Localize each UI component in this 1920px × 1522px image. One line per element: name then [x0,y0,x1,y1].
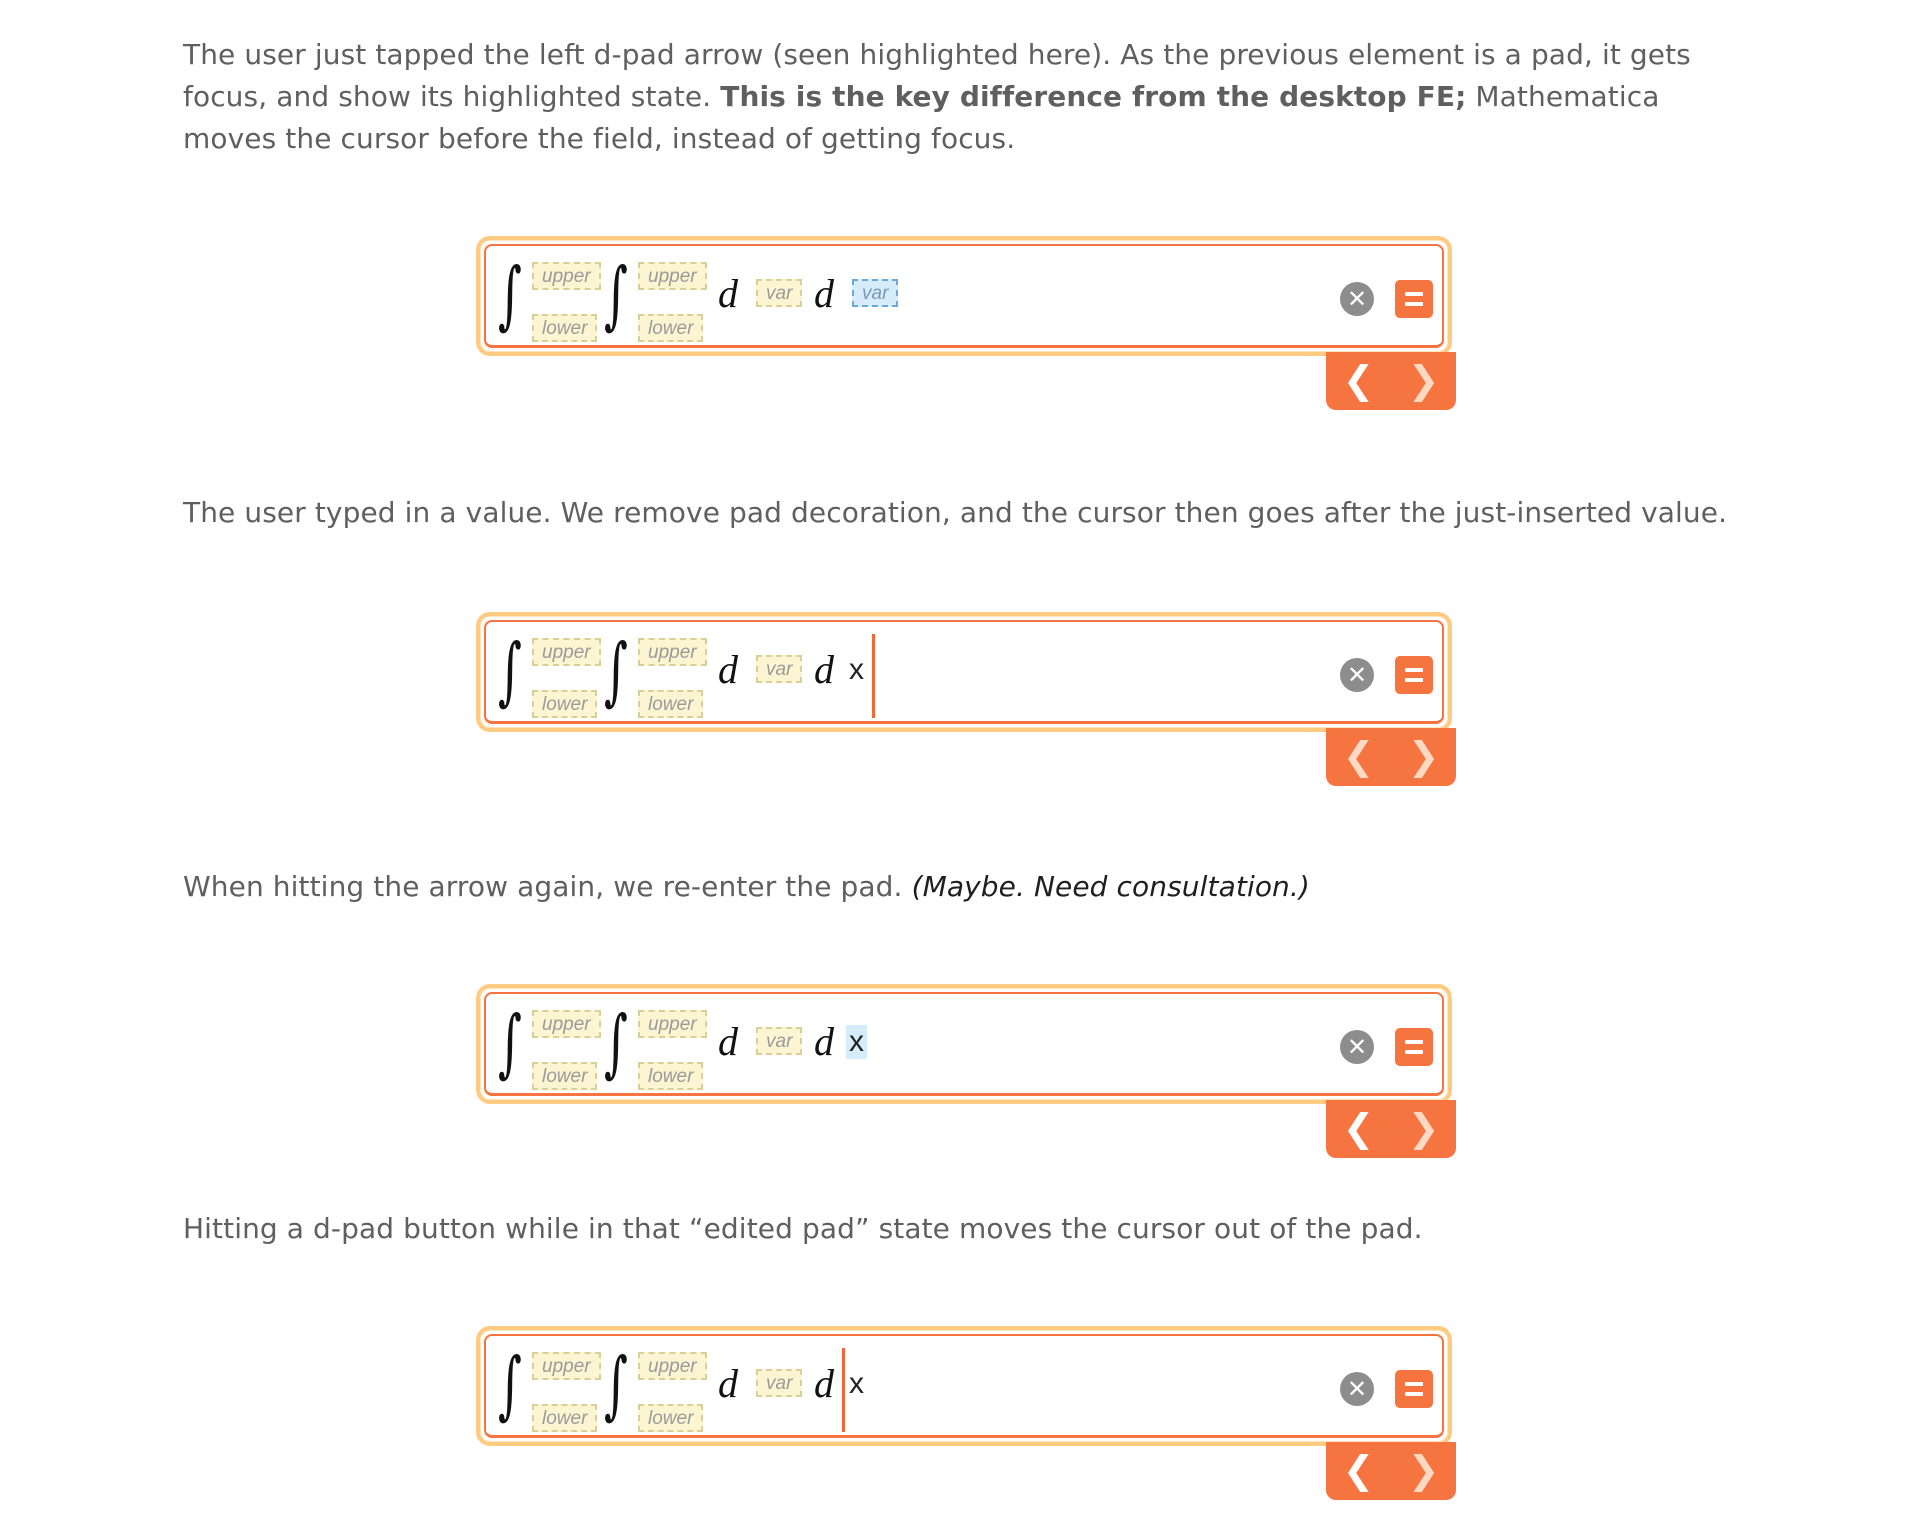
integral-sign: ∫ [604,628,628,714]
differential-d: d [814,1361,834,1406]
math-input-field[interactable]: ∫ upper lower ∫ upper lower d var d x ✕ [476,984,1452,1104]
clear-button[interactable]: ✕ [1340,282,1374,316]
paragraph-emphasis: This is the key difference from the desk… [720,80,1467,113]
variable-pad[interactable]: var [756,655,803,683]
integral-sign: ∫ [604,1342,628,1428]
dpad: ❮ ❯ [1326,728,1456,786]
dpad-right-arrow[interactable]: ❯ [1391,352,1456,410]
math-input-field[interactable]: ∫ upper lower ∫ upper lower d var d x ✕ [476,1326,1452,1446]
lower-bound-pad[interactable]: lower [532,1404,598,1432]
differential-d: d [718,647,738,692]
integral-sign: ∫ [498,628,522,714]
variable-value-selected[interactable]: x [846,1025,867,1059]
paragraph-note: (Maybe. Need consultation.) [911,870,1310,903]
lower-bound-pad[interactable]: lower [638,690,704,718]
lower-bound-pad[interactable]: lower [532,314,598,342]
description-paragraph-3: When hitting the arrow again, we re-ente… [183,866,1743,908]
evaluate-button[interactable] [1395,280,1433,318]
differential-d: d [718,271,738,316]
description-paragraph-2: The user typed in a value. We remove pad… [183,496,1728,529]
lower-bound-pad[interactable]: lower [532,1062,598,1090]
evaluate-button[interactable] [1395,1370,1433,1408]
integral-sign: ∫ [604,1000,628,1086]
clear-button[interactable]: ✕ [1340,658,1374,692]
lower-bound-pad[interactable]: lower [638,1404,704,1432]
dpad-left-arrow[interactable]: ❮ [1326,1100,1391,1158]
description-paragraph-1: The user just tapped the left d-pad arro… [183,34,1743,160]
integral-sign: ∫ [498,1342,522,1428]
math-input-field[interactable]: ∫ upper lower ∫ upper lower d var d var … [476,236,1452,356]
dpad: ❮ ❯ [1326,1442,1456,1500]
variable-pad[interactable]: var [756,1027,803,1055]
paragraph-text: When hitting the arrow again, we re-ente… [183,870,912,903]
text-cursor [872,634,875,718]
dpad-left-arrow[interactable]: ❮ [1326,1442,1391,1500]
upper-bound-pad[interactable]: upper [532,1010,601,1038]
clear-button[interactable]: ✕ [1340,1030,1374,1064]
field-inner-border [484,620,1444,724]
evaluate-button[interactable] [1395,1028,1433,1066]
dpad-right-arrow[interactable]: ❯ [1391,1442,1456,1500]
differential-d: d [814,647,834,692]
dpad-left-arrow[interactable]: ❮ [1326,352,1391,410]
upper-bound-pad[interactable]: upper [532,638,601,666]
lower-bound-pad[interactable]: lower [532,690,598,718]
field-inner-border [484,992,1444,1096]
description-paragraph-4: Hitting a d-pad button while in that “ed… [183,1212,1423,1245]
lower-bound-pad[interactable]: lower [638,1062,704,1090]
variable-pad[interactable]: var [756,279,803,307]
variable-value[interactable]: x [846,653,867,687]
math-input-widget-2: ∫ upper lower ∫ upper lower d var d x ✕ … [476,612,1460,792]
evaluate-button[interactable] [1395,656,1433,694]
differential-d: d [814,271,834,316]
integral-sign: ∫ [498,1000,522,1086]
math-input-widget-1: ∫ upper lower ∫ upper lower d var d var … [476,236,1460,416]
math-input-widget-3: ∫ upper lower ∫ upper lower d var d x ✕ … [476,984,1460,1164]
variable-value[interactable]: x [846,1367,867,1401]
text-cursor [842,1348,845,1432]
variable-pad[interactable]: var [756,1369,803,1397]
upper-bound-pad[interactable]: upper [638,638,707,666]
clear-button[interactable]: ✕ [1340,1372,1374,1406]
dpad-right-arrow[interactable]: ❯ [1391,1100,1456,1158]
upper-bound-pad[interactable]: upper [638,262,707,290]
field-inner-border [484,244,1444,348]
differential-d: d [718,1361,738,1406]
dpad-right-arrow[interactable]: ❯ [1391,728,1456,786]
dpad: ❮ ❯ [1326,352,1456,410]
math-input-field[interactable]: ∫ upper lower ∫ upper lower d var d x ✕ [476,612,1452,732]
upper-bound-pad[interactable]: upper [532,1352,601,1380]
upper-bound-pad[interactable]: upper [638,1010,707,1038]
upper-bound-pad[interactable]: upper [532,262,601,290]
variable-pad-focused[interactable]: var [852,279,899,307]
integral-sign: ∫ [604,252,628,338]
lower-bound-pad[interactable]: lower [638,314,704,342]
upper-bound-pad[interactable]: upper [638,1352,707,1380]
integral-sign: ∫ [498,252,522,338]
differential-d: d [814,1019,834,1064]
differential-d: d [718,1019,738,1064]
dpad-left-arrow[interactable]: ❮ [1326,728,1391,786]
field-inner-border [484,1334,1444,1438]
dpad: ❮ ❯ [1326,1100,1456,1158]
math-input-widget-4: ∫ upper lower ∫ upper lower d var d x ✕ … [476,1326,1460,1506]
